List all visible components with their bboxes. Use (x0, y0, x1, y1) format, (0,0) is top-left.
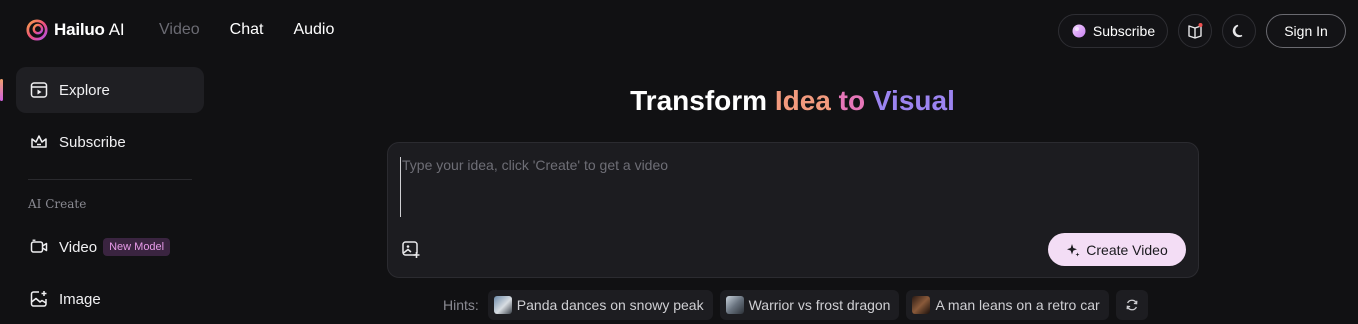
panda-thumbnail (493, 296, 512, 314)
header-actions: Subscribe Sign In (1058, 14, 1346, 48)
sparkle-icon (1067, 243, 1080, 256)
video-icon (30, 239, 48, 253)
logo-text: Hailuo AI (54, 20, 125, 39)
book-icon (1188, 23, 1203, 39)
nav-audio[interactable]: Audio (293, 21, 334, 39)
sidebar-item-label: Image (59, 290, 101, 308)
sign-in-button[interactable]: Sign In (1266, 14, 1346, 48)
top-bar: Hailuo AI Video Chat Audio Subscribe Sig… (0, 0, 1358, 62)
hint-chip[interactable]: Panda dances on snowy peak (487, 290, 713, 320)
refresh-hints-button[interactable] (1115, 290, 1148, 320)
page-title: Transform Idea to Visual (630, 85, 955, 116)
subscribe-button[interactable]: Subscribe (1058, 14, 1168, 48)
prompt-input[interactable] (400, 157, 1180, 217)
hint-chip[interactable]: Warrior vs frost dragon (719, 290, 900, 320)
image-upload-icon[interactable] (401, 239, 421, 259)
create-video-label: Create Video (1086, 241, 1168, 258)
main-nav: Video Chat Audio (159, 21, 334, 39)
sidebar-item-video[interactable]: Video New Model (16, 224, 204, 270)
hints-label: Hints: (443, 297, 479, 313)
theme-toggle-button[interactable] (1222, 14, 1256, 48)
retro-car-thumbnail (912, 296, 931, 314)
library-button[interactable] (1178, 14, 1212, 48)
sidebar-item-image[interactable]: Image (16, 276, 204, 322)
sidebar-item-label: Subscribe (59, 133, 126, 151)
logo[interactable]: Hailuo AI (26, 19, 125, 41)
crown-icon (31, 135, 47, 148)
gem-icon (1072, 24, 1086, 38)
hints-bar: Hints: Panda dances on snowy peak Warrio… (443, 290, 1148, 320)
create-video-button[interactable]: Create Video (1048, 233, 1186, 266)
hint-text: A man leans on a retro car (935, 297, 1100, 313)
hint-text: Warrior vs frost dragon (748, 297, 891, 313)
hint-text: Panda dances on snowy peak (516, 297, 704, 313)
nav-chat[interactable]: Chat (230, 21, 264, 39)
new-model-badge: New Model (103, 238, 171, 256)
moon-icon (1232, 24, 1243, 38)
sidebar-item-subscribe[interactable]: Subscribe (16, 119, 204, 165)
refresh-icon (1126, 299, 1138, 311)
prompt-box: Create Video (387, 142, 1199, 278)
sidebar-item-label: Video (59, 238, 98, 256)
hailuo-logo-icon (26, 19, 48, 41)
subscribe-label: Subscribe (1092, 23, 1156, 39)
image-icon (30, 291, 47, 307)
warrior-thumbnail (725, 296, 744, 314)
nav-video[interactable]: Video (159, 21, 200, 39)
sidebar-section-label: AI Create (28, 197, 87, 211)
hint-chip[interactable]: A man leans on a retro car (906, 290, 1109, 320)
sidebar-divider (28, 179, 192, 180)
